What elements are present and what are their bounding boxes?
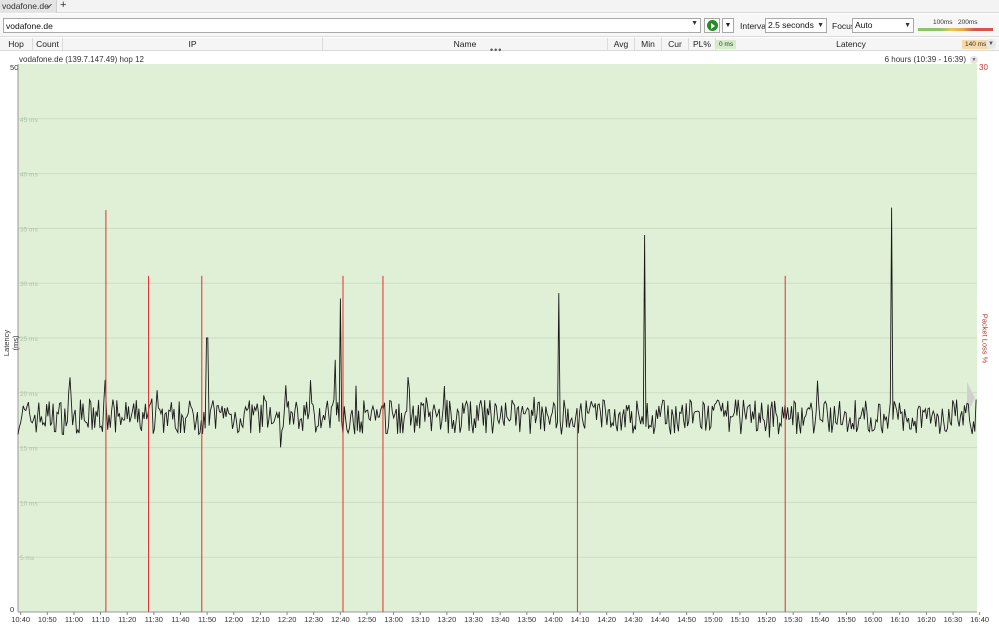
y-tick-label: 30 ms xyxy=(20,281,38,288)
column-name[interactable]: Name xyxy=(323,38,608,51)
x-tick-label: 11:20 xyxy=(118,615,136,624)
x-tick-label: 13:40 xyxy=(491,615,510,624)
interval-select[interactable]: 2.5 seconds ▼ xyxy=(765,18,827,33)
x-tick-label: 15:10 xyxy=(731,615,750,624)
tab-vodafone[interactable]: vodafone.de ✔ xyxy=(0,0,57,13)
x-tick-label: 15:00 xyxy=(704,615,723,624)
scale-gradient-bar xyxy=(918,28,993,31)
x-tick-label: 13:00 xyxy=(384,615,403,624)
y-tick-label: 0 xyxy=(10,605,14,614)
y-tick-label: 5 ms xyxy=(20,555,35,562)
add-tab-button[interactable]: + xyxy=(60,0,66,12)
x-tick-label: 15:50 xyxy=(837,615,856,624)
chevron-down-icon: ▼ xyxy=(817,22,824,29)
x-tick-label: 16:10 xyxy=(890,615,909,624)
x-tick-label: 15:40 xyxy=(810,615,829,624)
interval-value: 2.5 seconds xyxy=(768,20,814,30)
x-tick-label: 14:20 xyxy=(597,615,616,624)
x-tick-label: 14:30 xyxy=(624,615,643,624)
x-tick-label: 16:00 xyxy=(864,615,883,624)
column-hop[interactable]: Hop xyxy=(0,38,33,51)
chevron-down-icon: ▼ xyxy=(904,22,911,29)
splitter-handle[interactable]: ••• xyxy=(490,46,502,55)
chevron-down-icon[interactable]: ▼ xyxy=(986,39,996,49)
chevron-down-icon[interactable]: ▼ xyxy=(691,20,698,27)
x-tick-label: 12:30 xyxy=(304,615,323,624)
x-tick-label: 14:10 xyxy=(571,615,590,624)
y-tick-label: 20 ms xyxy=(20,391,38,398)
x-tick-label: 15:20 xyxy=(757,615,776,624)
target-input[interactable] xyxy=(4,19,684,32)
scale-label-100: 100ms xyxy=(933,19,953,26)
column-min[interactable]: Min xyxy=(635,38,662,51)
x-tick-label: 12:20 xyxy=(278,615,297,624)
x-tick-label: 16:20 xyxy=(917,615,936,624)
x-tick-label: 14:40 xyxy=(651,615,670,624)
y-tick-label: 45 ms xyxy=(20,117,38,124)
x-tick-label: 11:50 xyxy=(198,615,216,624)
x-tick-label: 13:20 xyxy=(437,615,456,624)
y-tick-label: 35 ms xyxy=(20,226,38,233)
toolbar: ▼ ▼ Interval 2.5 seconds ▼ Focus Auto ▼ … xyxy=(0,14,999,37)
x-tick-label: 14:00 xyxy=(544,615,563,624)
x-tick-label: 12:00 xyxy=(224,615,243,624)
column-latency[interactable]: Latency xyxy=(716,38,986,51)
chevron-down-icon: ▼ xyxy=(724,22,732,29)
tab-label: vodafone.de xyxy=(2,1,49,11)
x-tick-label: 13:10 xyxy=(411,615,430,624)
x-tick-label: 16:40 xyxy=(970,615,989,624)
play-triangle-icon xyxy=(711,23,715,29)
x-tick-label: 11:10 xyxy=(91,615,109,624)
latency-chart: 0 5 ms 10 ms 15 ms 20 ms 25 ms 30 ms 35 ms 40 ms… xyxy=(10,63,989,624)
x-tick-label: 13:30 xyxy=(464,615,483,624)
tab-bar: vodafone.de ✔ + xyxy=(0,0,999,13)
target-combobox[interactable]: ▼ xyxy=(3,18,701,33)
y2-tick-label: 30 xyxy=(979,63,988,72)
y-tick-label: 15 ms xyxy=(20,446,38,453)
y2-axis-title: Packet Loss % xyxy=(980,313,990,364)
latency-color-scale: 100ms 200ms xyxy=(918,18,993,34)
y-tick-label: 10 ms xyxy=(20,500,38,507)
x-tick-label: 12:40 xyxy=(331,615,350,624)
interval-label: Interval xyxy=(740,21,768,31)
x-tick-label: 11:00 xyxy=(65,615,83,624)
x-tick-label: 16:30 xyxy=(944,615,963,624)
y-axis-title: Latency (ms) xyxy=(2,329,20,357)
column-ip[interactable]: IP xyxy=(63,38,323,51)
y-tick-label: 40 ms xyxy=(20,172,38,179)
y-tick-label: 25 ms xyxy=(20,336,38,343)
trace-options-dropdown[interactable]: ▼ xyxy=(722,18,734,33)
column-pl[interactable]: PL% xyxy=(689,38,716,51)
y-tick-label: 50 xyxy=(10,63,18,72)
x-tick-label: 12:10 xyxy=(251,615,270,624)
x-tick-label: 10:40 xyxy=(11,615,30,624)
x-tick-label: 11:40 xyxy=(171,615,189,624)
x-tick-label: 15:30 xyxy=(784,615,803,624)
tab-check-icon[interactable]: ✔ xyxy=(46,0,53,13)
x-tick-label: 11:30 xyxy=(145,615,163,624)
x-tick-label: 13:50 xyxy=(517,615,536,624)
x-tick-label: 12:50 xyxy=(358,615,377,624)
latency-min-badge: 0 ms xyxy=(716,40,737,49)
x-tick-label: 14:50 xyxy=(677,615,696,624)
column-count[interactable]: Count xyxy=(33,38,63,51)
scale-label-200: 200ms xyxy=(958,19,978,26)
x-tick-label: 10:50 xyxy=(38,615,57,624)
focus-select[interactable]: Auto ▼ xyxy=(852,18,914,33)
start-trace-button[interactable] xyxy=(704,18,720,33)
focus-value: Auto xyxy=(855,20,873,30)
column-avg[interactable]: Avg xyxy=(608,38,635,51)
column-cur[interactable]: Cur xyxy=(662,38,689,51)
